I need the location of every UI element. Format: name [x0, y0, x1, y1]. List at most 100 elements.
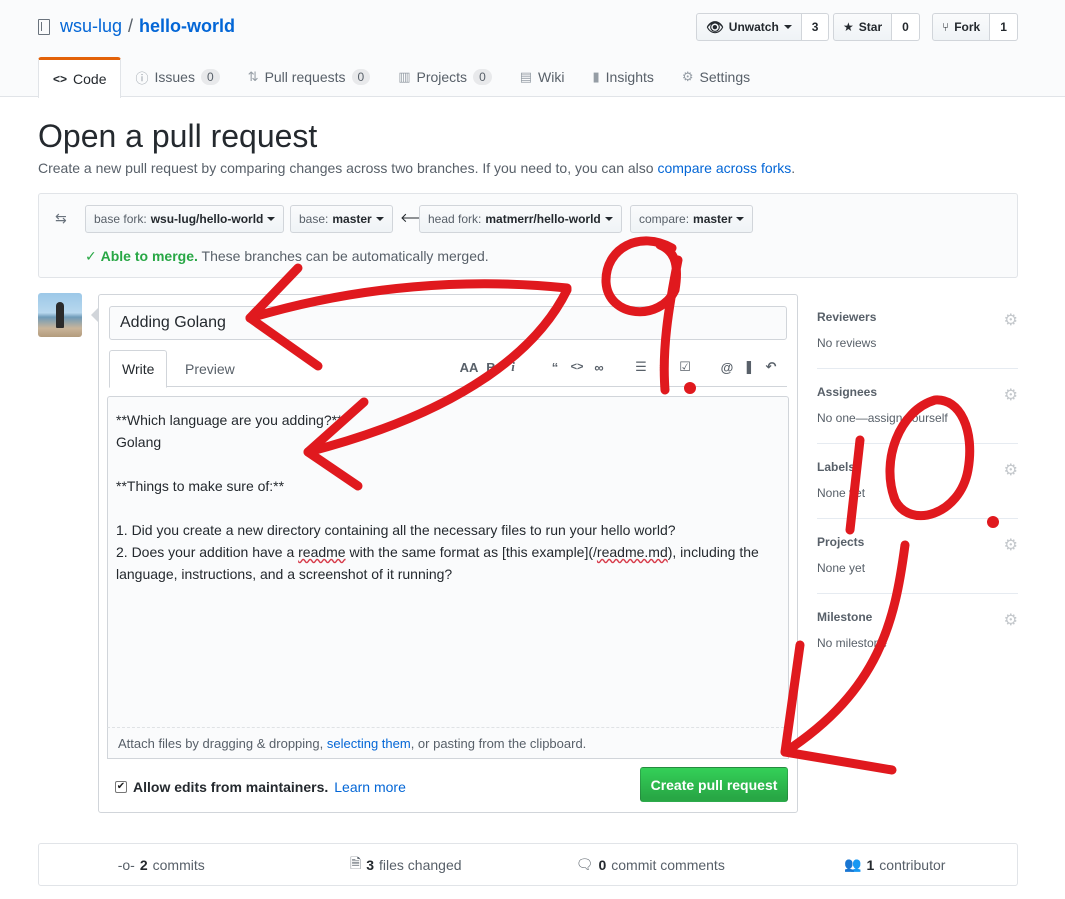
bookmark-icon[interactable]: ❚	[739, 356, 759, 378]
tab-code[interactable]: <> Code	[38, 57, 122, 98]
body-line: 1. Did you create a new directory contai…	[116, 522, 676, 538]
files-summary[interactable]: 🗎 3 files changed	[284, 844, 529, 885]
gear-icon[interactable]: ⚙	[1004, 385, 1018, 405]
tab-wiki[interactable]: ▤ Wiki	[506, 57, 579, 97]
repo-nav: <> Code ⓘ Issues 0 ⇅ Pull requests 0 ▥ P…	[38, 57, 764, 98]
fork-button[interactable]: ⑂ Fork	[932, 13, 991, 41]
gear-icon[interactable]: ⚙	[1004, 460, 1018, 480]
sidebar-value[interactable]: No one—assign yourself	[817, 411, 1018, 425]
base-branch-select[interactable]: base: master	[290, 205, 393, 233]
tab-insights[interactable]: ▮ Insights	[578, 57, 667, 97]
pr-body-textarea[interactable]: **Which language are you adding?** Golang…	[107, 396, 789, 759]
caret-down-icon	[375, 217, 384, 221]
compare-branch-select[interactable]: compare: master	[630, 205, 754, 233]
tab-preview[interactable]: Preview	[173, 350, 247, 387]
head-fork-select[interactable]: head fork: matmerr/hello-world	[419, 205, 622, 233]
fork-label: Fork	[954, 20, 981, 34]
project-icon: ▥	[398, 69, 411, 84]
avatar[interactable]	[38, 293, 82, 337]
eye-icon: 👁	[706, 18, 724, 35]
base-fork-select[interactable]: base fork: wsu-lug/hello-world	[85, 205, 285, 233]
link-icon[interactable]: ∞	[589, 356, 609, 378]
tab-settings-label: Settings	[699, 69, 751, 85]
comment-icon: 🗨	[575, 856, 594, 872]
pr-title-input[interactable]: Adding Golang	[109, 306, 787, 340]
page-title: Open a pull request	[38, 118, 318, 154]
star-button[interactable]: ★ Star	[833, 13, 893, 41]
compare-arrows-icon: ⇆	[55, 210, 67, 226]
base-branch-label: base:	[299, 212, 329, 226]
fork-icon: ⑂	[942, 20, 950, 34]
tab-projects[interactable]: ▥ Projects 0	[384, 57, 506, 97]
markdown-toolbar: AA B i “ <> ∞ ☰ ≡ ☑ @ ❚ ↶	[459, 356, 781, 378]
file-diff-icon: 🗎	[349, 854, 362, 871]
repo-name-link[interactable]: hello-world	[139, 16, 235, 37]
sidebar-heading: Milestone	[817, 610, 873, 624]
caret-down-icon	[604, 217, 613, 221]
comments-label: commit comments	[611, 856, 725, 873]
reply-icon[interactable]: ↶	[761, 356, 781, 378]
caret-down-icon	[267, 217, 276, 221]
tab-issues[interactable]: ⓘ Issues 0	[121, 57, 233, 97]
repo-separator: /	[128, 16, 134, 36]
task-list-icon[interactable]: ☑	[675, 356, 695, 378]
repo-title: wsu-lug / hello-world	[38, 16, 235, 37]
italic-icon[interactable]: i	[503, 356, 523, 378]
unordered-list-icon[interactable]: ☰	[631, 356, 651, 378]
select-files-link[interactable]: selecting them	[327, 736, 411, 751]
sidebar-value: None yet	[817, 486, 866, 500]
issues-counter: 0	[200, 69, 220, 85]
gear-icon[interactable]: ⚙	[1004, 610, 1018, 630]
learn-more-link[interactable]: Learn more	[334, 779, 406, 795]
star-icon: ★	[843, 20, 854, 34]
bold-icon[interactable]: B	[481, 356, 501, 378]
tab-projects-label: Projects	[416, 69, 468, 85]
merge-status: ✓ Able to merge. These branches can be a…	[85, 248, 489, 265]
body-line: Golang	[116, 434, 162, 450]
files-count: 3	[366, 856, 375, 873]
commits-count: 2	[139, 856, 148, 873]
tab-code-label: Code	[73, 71, 107, 87]
head-fork-label: head fork:	[428, 212, 482, 226]
compare-across-forks-link[interactable]: compare across forks	[657, 160, 791, 176]
ordered-list-icon[interactable]: ≡	[653, 356, 673, 378]
attach-text-end: , or pasting from the clipboard.	[410, 736, 587, 751]
graph-icon: ▮	[592, 69, 600, 84]
contributors-summary[interactable]: 👥 1 contributor	[773, 844, 1018, 885]
sidebar-milestone: Milestone No milestone ⚙	[817, 594, 1018, 669]
attach-files-bar[interactable]: Attach files by dragging & dropping, sel…	[107, 727, 789, 759]
issue-icon: ⓘ	[135, 70, 149, 86]
files-label: files changed	[379, 856, 462, 873]
allow-edits-checkbox[interactable]: ✔	[115, 781, 127, 793]
sidebar-labels: Labels None yet ⚙	[817, 444, 1018, 519]
repo-owner-link[interactable]: wsu-lug	[60, 16, 122, 37]
allow-edits-label: Allow edits from maintainers.	[133, 779, 329, 795]
fork-count[interactable]: 1	[990, 13, 1018, 41]
tab-pull-requests[interactable]: ⇅ Pull requests 0	[234, 57, 385, 97]
editor-tabs: Write Preview AA B i “ <> ∞ ☰ ≡ ☑ @ ❚ ↶	[109, 350, 787, 388]
comments-summary[interactable]: 🗨 0 commit comments	[528, 844, 773, 885]
commits-summary[interactable]: -o- 2 commits	[39, 844, 284, 885]
sidebar-value: None yet	[817, 561, 866, 575]
watch-group: 👁 Unwatch 3	[696, 13, 830, 41]
commits-label: commits	[152, 856, 205, 873]
body-line	[116, 497, 780, 519]
mention-icon[interactable]: @	[717, 356, 737, 378]
contributors-count: 1	[866, 856, 875, 873]
quote-icon[interactable]: “	[545, 356, 565, 378]
create-pull-request-button[interactable]: Create pull request	[640, 767, 788, 802]
watch-count[interactable]: 3	[801, 13, 830, 41]
spellcheck-word: readme	[298, 544, 346, 560]
avatar-person	[56, 302, 64, 328]
people-icon: 👥	[844, 856, 862, 872]
book-icon: ▤	[519, 69, 533, 84]
code-icon[interactable]: <>	[567, 356, 587, 378]
unwatch-button[interactable]: 👁 Unwatch	[696, 13, 802, 41]
tab-write[interactable]: Write	[109, 350, 168, 388]
star-count[interactable]: 0	[892, 13, 920, 41]
gear-icon[interactable]: ⚙	[1004, 535, 1018, 555]
contributors-label: contributor	[879, 856, 946, 873]
header-text-icon[interactable]: AA	[459, 356, 479, 378]
tab-settings[interactable]: ⚙ Settings	[668, 57, 764, 97]
gear-icon[interactable]: ⚙	[1004, 310, 1018, 330]
